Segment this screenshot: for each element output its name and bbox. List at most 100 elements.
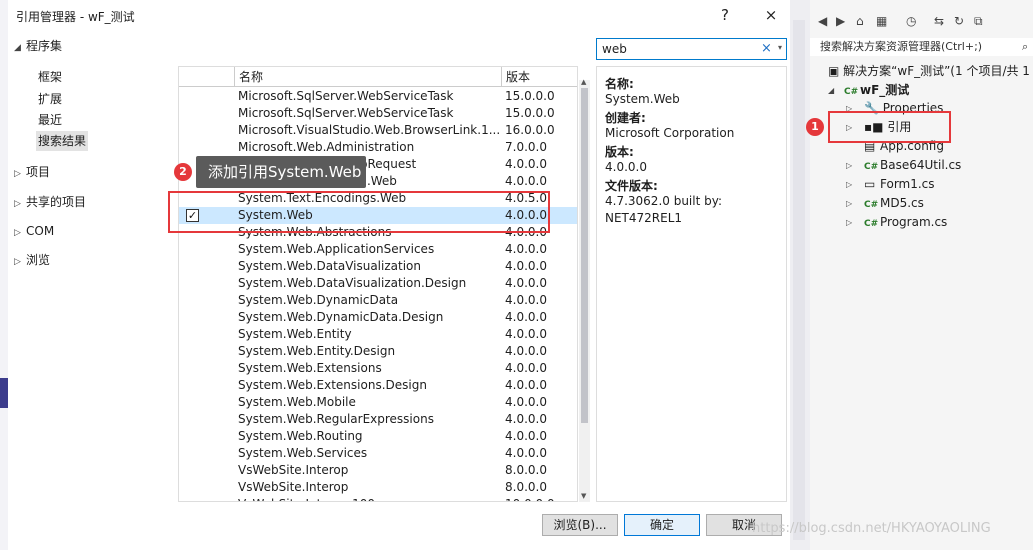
form-file-icon: ▭ [864, 177, 876, 191]
table-row[interactable]: VsWebSite.Interop 8.0.0.0 [179, 479, 577, 496]
expanded-triangle-icon: ◢ [14, 43, 21, 53]
collapsed-triangle-icon: ▷ [14, 228, 21, 238]
table-row[interactable]: VsWebSite.Interop.100 10.0.0.0 [179, 496, 577, 501]
nav-projects[interactable]: ▷ 项目 [14, 162, 50, 182]
assembly-version: 15.0.0.0 [505, 89, 555, 103]
column-header-version[interactable]: 版本 [501, 67, 577, 87]
assembly-name: System.Web.DynamicData.Design [238, 310, 444, 324]
table-row[interactable]: Microsoft.SqlServer.WebServiceTask 15.0.0… [179, 88, 577, 105]
detail-creator-value: Microsoft Corporation [605, 126, 735, 140]
history-icon[interactable]: ◷ [906, 14, 916, 28]
assembly-version: 4.0.0.0 [505, 344, 547, 358]
background-scrollbar-track [793, 20, 805, 540]
collapse-all-icon[interactable]: ⧉ [974, 14, 983, 29]
csharp-project-icon: C# [844, 87, 859, 97]
search-dropdown-icon[interactable]: ▾ [778, 43, 782, 52]
assembly-version: 4.0.0.0 [505, 429, 547, 443]
step-badge-1: 1 [806, 118, 824, 136]
step-badge-2: 2 [174, 163, 192, 181]
file-node[interactable]: ▭ Form1.cs [864, 175, 935, 193]
browse-button[interactable]: 浏览(B)... [542, 514, 618, 536]
assembly-name: System.Web.DataVisualization [238, 259, 421, 273]
assembly-name: System.Web.Extensions.Design [238, 378, 427, 392]
background-editor-scrollbar [790, 0, 810, 550]
home-icon[interactable]: ⌂ [856, 14, 864, 28]
detail-file-version-label: 文件版本: [605, 179, 658, 193]
search-input[interactable]: web × ▾ [596, 38, 787, 60]
switch-views-icon[interactable]: ▦ [876, 14, 887, 28]
nav-framework[interactable]: 框架 [38, 67, 62, 87]
dialog-title: 引用管理器 - wF_测试 [16, 10, 135, 24]
nav-search-results[interactable]: 搜索结果 [36, 131, 89, 151]
list-header: 名称 版本 [179, 67, 577, 87]
detail-name-label: 名称: [605, 77, 634, 91]
forward-icon[interactable]: ▶ [836, 14, 845, 28]
nav-com[interactable]: ▷ COM [14, 221, 54, 241]
column-header-name[interactable]: 名称 [234, 67, 502, 87]
assembly-version: 8.0.0.0 [505, 463, 547, 477]
solution-explorer-search[interactable]: 搜索解决方案资源管理器(Ctrl+;) ⌕ [810, 38, 1033, 56]
table-row[interactable]: Microsoft.VisualStudio.Web.BrowserLink.1… [179, 122, 577, 139]
expanded-triangle-icon[interactable]: ◢ [828, 86, 834, 95]
nav-recent[interactable]: 最近 [38, 110, 62, 130]
refresh-icon[interactable]: ↻ [954, 14, 964, 28]
help-button[interactable]: ? [712, 4, 738, 26]
assembly-version: 15.0.0.0 [505, 106, 555, 120]
nav-browse[interactable]: ▷ 浏览 [14, 250, 50, 270]
background-editor-edge [0, 0, 8, 550]
assembly-version: 4.0.0.0 [505, 259, 547, 273]
collapsed-triangle-icon[interactable]: ▷ [846, 218, 852, 227]
list-scrollbar[interactable]: ▲ ▼ [579, 78, 590, 502]
table-row[interactable]: Microsoft.Web.Administration 7.0.0.0 [179, 139, 577, 156]
assembly-name: System.Web.Extensions [238, 361, 382, 375]
nav-shared-projects-label: 共享的项目 [26, 195, 87, 209]
detail-version-label: 版本: [605, 145, 634, 159]
nav-com-label: COM [26, 224, 55, 238]
sync-icon[interactable]: ⇆ [934, 14, 944, 28]
table-row[interactable]: System.Web.Mobile 4.0.0.0 [179, 394, 577, 411]
nav-assemblies[interactable]: ◢ 程序集 [14, 36, 62, 56]
left-navigation: ◢ 程序集 框架 扩展 最近 搜索结果 ▷ 项目 ▷ 共享的项目 ▷ COM ▷ 浏览 [8, 34, 176, 514]
table-row[interactable]: System.Web.DataVisualization.Design 4.0.0… [179, 275, 577, 292]
table-row[interactable]: System.Web.Extensions.Design 4.0.0.0 [179, 377, 577, 394]
back-icon[interactable]: ◀ [818, 14, 827, 28]
collapsed-triangle-icon[interactable]: ▷ [846, 161, 852, 170]
table-row[interactable]: System.Web.Entity.Design 4.0.0.0 [179, 343, 577, 360]
file-label: Program.cs [880, 215, 948, 229]
table-row[interactable]: System.Web.Extensions 4.0.0.0 [179, 360, 577, 377]
clear-search-icon[interactable]: × [761, 41, 772, 56]
scrollbar-thumb[interactable] [581, 88, 588, 423]
table-row[interactable]: System.Web.DynamicData.Design 4.0.0.0 [179, 309, 577, 326]
scroll-down-icon[interactable]: ▼ [581, 492, 586, 500]
scroll-up-icon[interactable]: ▲ [581, 78, 586, 86]
annotation-tooltip: 添加引用System.Web [196, 156, 366, 188]
nav-shared-projects[interactable]: ▷ 共享的项目 [14, 192, 86, 212]
file-node[interactable]: C# Base64Util.cs [864, 156, 961, 174]
table-row[interactable]: System.Web.DataVisualization 4.0.0.0 [179, 258, 577, 275]
table-row[interactable]: System.Web.DynamicData 4.0.0.0 [179, 292, 577, 309]
table-row[interactable]: System.Web.Services 4.0.0.0 [179, 445, 577, 462]
table-row[interactable]: VsWebSite.Interop 8.0.0.0 [179, 462, 577, 479]
collapsed-triangle-icon[interactable]: ▷ [846, 180, 852, 189]
background-editor-band [0, 378, 8, 408]
ok-button[interactable]: 确定 [624, 514, 700, 536]
assembly-version: 16.0.0.0 [505, 123, 555, 137]
assembly-version: 8.0.0.0 [505, 480, 547, 494]
table-row[interactable]: System.Web.ApplicationServices 4.0.0.0 [179, 241, 577, 258]
collapsed-triangle-icon[interactable]: ▷ [846, 199, 852, 208]
close-button[interactable]: × [758, 4, 784, 26]
table-row[interactable]: Microsoft.SqlServer.WebServiceTask 15.0.0… [179, 105, 577, 122]
table-row[interactable]: System.Web.Entity 4.0.0.0 [179, 326, 577, 343]
assembly-version: 4.0.0.0 [505, 395, 547, 409]
table-row[interactable]: System.Web.RegularExpressions 4.0.0.0 [179, 411, 577, 428]
detail-name-value: System.Web [605, 92, 680, 106]
nav-extensions[interactable]: 扩展 [38, 89, 62, 109]
file-node[interactable]: C# Program.cs [864, 213, 947, 231]
table-row[interactable]: System.Web.Routing 4.0.0.0 [179, 428, 577, 445]
collapsed-triangle-icon: ▷ [14, 169, 21, 179]
assembly-version: 4.0.0.0 [505, 293, 547, 307]
project-node[interactable]: C# wF_测试 [844, 81, 909, 99]
solution-node[interactable]: ▣ 解决方案“wF_测试”(1 个项目/共 1 [828, 62, 1030, 80]
assembly-name: VsWebSite.Interop [238, 480, 349, 494]
file-node[interactable]: C# MD5.cs [864, 194, 924, 212]
